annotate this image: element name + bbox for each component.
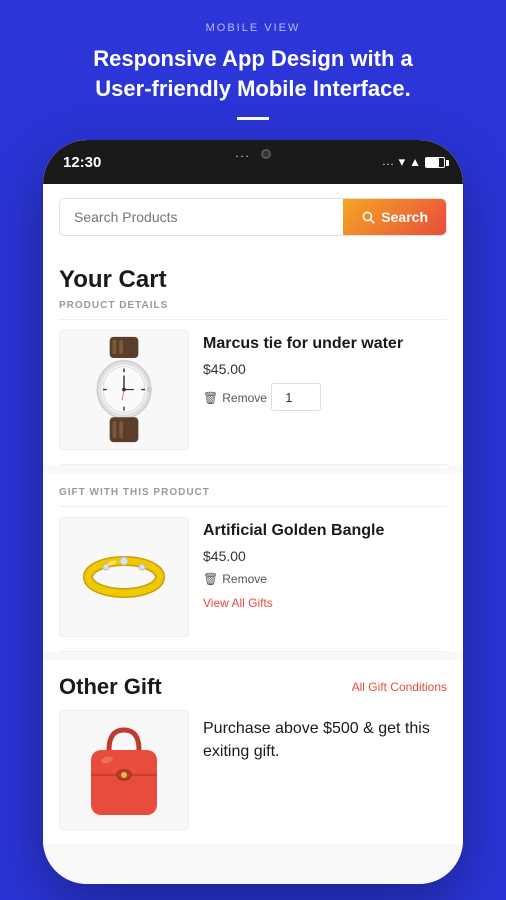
watch-image	[59, 330, 189, 450]
phone-body: Search Your Cart PRODUCT DETAILS	[43, 184, 463, 884]
wifi-icon: ▾	[399, 154, 406, 170]
bangle-svg	[74, 527, 174, 627]
gift-item-price: $45.00	[203, 548, 447, 564]
gift-item-info: Artificial Golden Bangle $45.00 🗑 Remove…	[203, 517, 447, 637]
search-icon	[361, 210, 375, 224]
status-bar: 12:30 ... ... ▾ ▲	[43, 140, 463, 184]
cart-item-name: Marcus tie for under water	[203, 334, 447, 355]
camera-icon	[261, 149, 271, 159]
view-all-gifts-button[interactable]: View All Gifts	[203, 596, 273, 610]
cart-item-price: $45.00	[203, 361, 447, 377]
other-gift-title: Other Gift	[59, 674, 162, 700]
gift-item-row: Artificial Golden Bangle $45.00 🗑 Remove…	[59, 517, 447, 652]
cart-item-quantity-input[interactable]	[271, 383, 321, 411]
gift-item-name: Artificial Golden Bangle	[203, 521, 447, 542]
search-input[interactable]	[60, 199, 343, 235]
divider	[237, 117, 269, 120]
headline: Responsive App Design with a User-friend…	[63, 44, 443, 103]
other-gift-description: Purchase above $500 & get this exiting g…	[203, 714, 447, 763]
trash-icon: 🗑	[203, 391, 218, 405]
other-gift-info: Purchase above $500 & get this exiting g…	[203, 710, 447, 830]
battery-icon	[425, 157, 445, 168]
all-gift-conditions-button[interactable]: All Gift Conditions	[352, 680, 447, 694]
search-button[interactable]: Search	[343, 199, 446, 235]
product-details-label: PRODUCT DETAILS	[59, 300, 447, 320]
cart-item-remove-button[interactable]: 🗑 Remove	[203, 391, 267, 405]
remove-label: Remove	[222, 391, 267, 405]
handbag-svg	[79, 715, 169, 825]
cart-title: Your Cart	[59, 266, 447, 294]
status-icons: ... ▾ ▲	[382, 154, 445, 170]
gift-section: GIFT WITH THIS PRODUCT	[43, 473, 463, 652]
search-button-label: Search	[381, 209, 428, 225]
search-bar: Search	[59, 198, 447, 236]
signal-dots: ...	[382, 156, 394, 168]
watch-svg	[79, 335, 169, 445]
cart-item-info: Marcus tie for under water $45.00 🗑 Remo…	[203, 330, 447, 450]
gift-label: GIFT WITH THIS PRODUCT	[59, 487, 447, 507]
bangle-image	[59, 517, 189, 637]
gift-remove-label: Remove	[222, 572, 267, 586]
signal-bars-icon: ▲	[409, 155, 421, 169]
other-gift-section: Other Gift All Gift Conditions	[43, 660, 463, 844]
mobile-view-label: MOBILE VIEW	[20, 22, 486, 34]
other-gift-row: Purchase above $500 & get this exiting g…	[59, 710, 447, 830]
cart-item-row: Marcus tie for under water $45.00 🗑 Remo…	[59, 330, 447, 465]
gift-item-remove-button[interactable]: 🗑 Remove	[203, 572, 267, 586]
notch: ...	[173, 140, 333, 168]
other-gift-header: Other Gift All Gift Conditions	[59, 674, 447, 700]
header-area: MOBILE VIEW Responsive App Design with a…	[0, 0, 506, 140]
phone-shell: 12:30 ... ... ▾ ▲ Sear	[43, 140, 463, 884]
cart-section: Your Cart PRODUCT DETAILS	[43, 250, 463, 465]
trash-icon-gift: 🗑	[203, 572, 218, 586]
notch-dots: ...	[235, 148, 250, 160]
search-section: Search	[43, 184, 463, 250]
gift-bag-image	[59, 710, 189, 830]
status-time: 12:30	[63, 154, 101, 171]
